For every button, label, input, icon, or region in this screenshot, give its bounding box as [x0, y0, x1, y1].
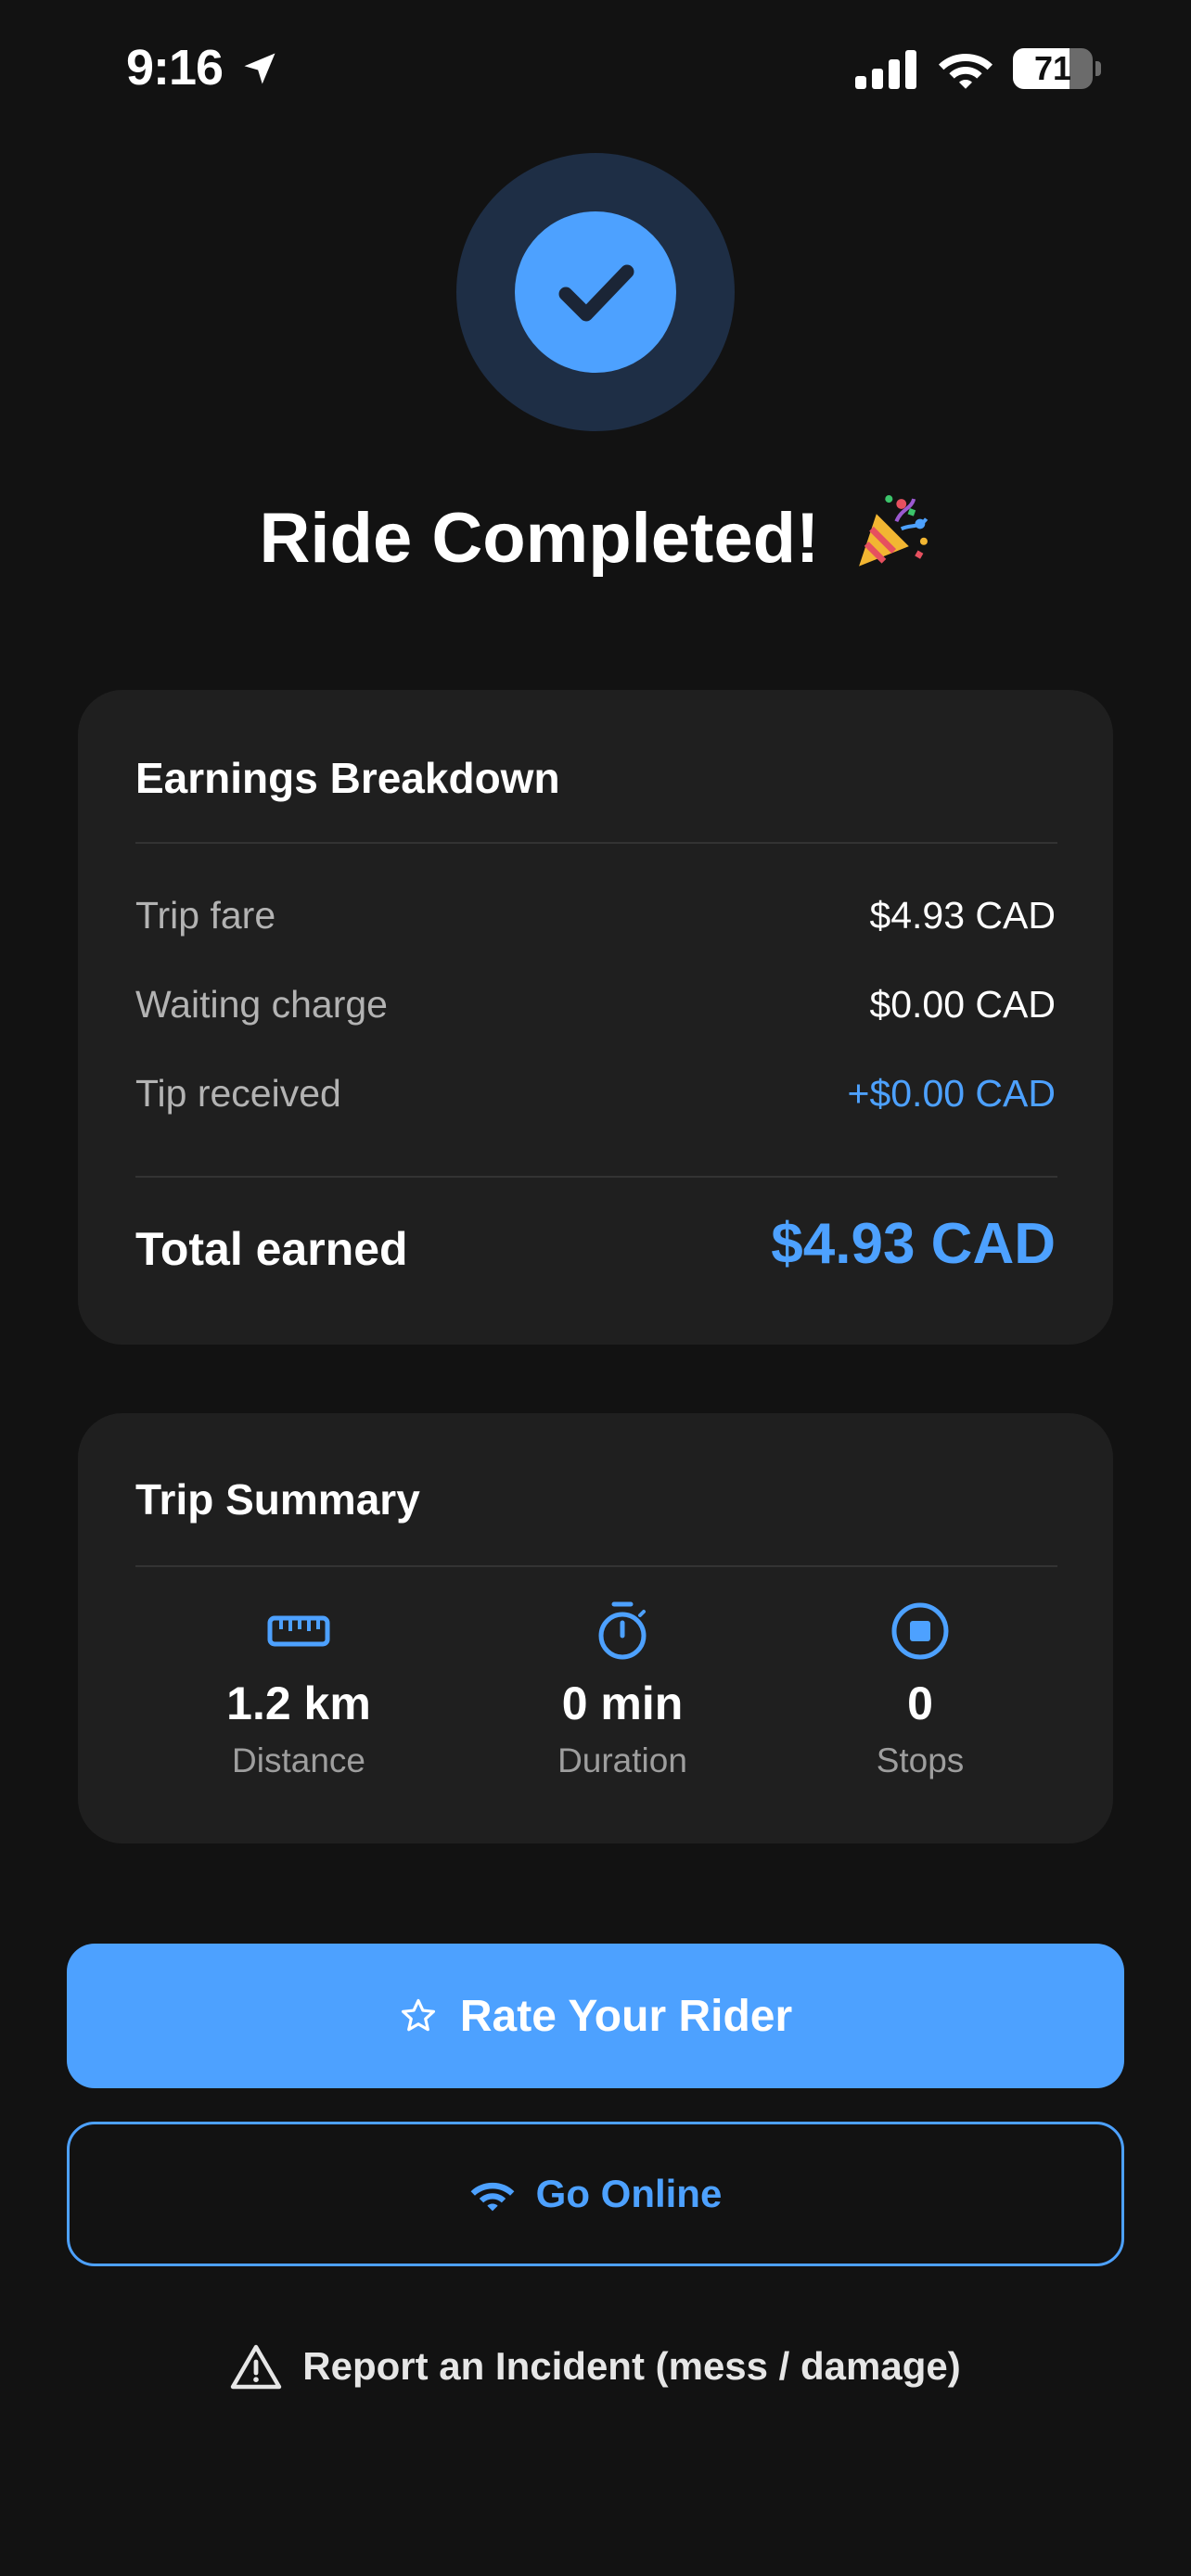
- status-time: 9:16: [126, 40, 224, 96]
- go-online-button[interactable]: Go Online: [67, 2122, 1124, 2266]
- divider: [135, 842, 1057, 844]
- trip-fare-value: $4.93 CAD: [869, 894, 1056, 937]
- page-title-text: Ride Completed!: [259, 499, 820, 578]
- wifi-icon: [470, 2182, 515, 2212]
- cellular-signal-icon: [855, 50, 916, 89]
- star-outline-icon: [401, 1998, 435, 2032]
- wifi-status-icon: [939, 54, 992, 89]
- battery-level: 71: [1033, 49, 1072, 87]
- go-online-label: Go Online: [535, 2172, 723, 2215]
- stops-label: Stops: [876, 1741, 965, 1779]
- divider: [135, 1176, 1057, 1178]
- trip-summary-card: Trip Summary 1.2 km Distance 0 min Durat…: [78, 1413, 1113, 1843]
- total-earned-label: Total earned: [135, 1223, 408, 1275]
- trip-fare-label: Trip fare: [135, 894, 276, 937]
- tip-received-value: +$0.00 CAD: [847, 1072, 1057, 1115]
- stopwatch-icon: [598, 1601, 647, 1660]
- duration-value: 0 min: [561, 1677, 684, 1729]
- earnings-card: Earnings Breakdown Trip fare $4.93 CAD W…: [78, 690, 1113, 1345]
- report-incident-label: Report an Incident (mess / damage): [302, 2344, 961, 2388]
- distance-stat: 1.2 km Distance: [160, 1599, 438, 1780]
- distance-value: 1.2 km: [226, 1677, 371, 1729]
- distance-label: Distance: [232, 1741, 365, 1779]
- divider: [135, 1565, 1057, 1567]
- battery-icon: 71: [1013, 48, 1102, 89]
- waiting-charge-label: Waiting charge: [135, 983, 388, 1026]
- duration-stat: 0 min Duration: [483, 1599, 762, 1780]
- stops-value: 0: [907, 1677, 933, 1729]
- checkmark-icon: [558, 264, 634, 322]
- warning-triangle-icon: [231, 2344, 282, 2390]
- trip-summary-title: Trip Summary: [135, 1475, 420, 1524]
- location-arrow-icon: [244, 53, 275, 84]
- page-title: Ride Completed!: [0, 491, 1191, 579]
- rate-rider-button[interactable]: Rate Your Rider: [67, 1944, 1124, 2088]
- duration-label: Duration: [557, 1741, 687, 1779]
- stops-stat: 0 Stops: [781, 1599, 1059, 1780]
- rate-rider-label: Rate Your Rider: [459, 1991, 793, 2041]
- report-incident-link[interactable]: Report an Incident (mess / damage): [0, 2337, 1191, 2396]
- ruler-icon: [267, 1615, 330, 1647]
- stop-circle-icon: [891, 1602, 949, 1660]
- party-popper-icon: [859, 495, 928, 567]
- waiting-charge-value: $0.00 CAD: [869, 983, 1056, 1026]
- earnings-title: Earnings Breakdown: [135, 754, 560, 802]
- total-earned-value: $4.93 CAD: [771, 1212, 1056, 1276]
- tip-received-label: Tip received: [135, 1072, 341, 1115]
- status-bar: 9:16 71: [0, 0, 1191, 139]
